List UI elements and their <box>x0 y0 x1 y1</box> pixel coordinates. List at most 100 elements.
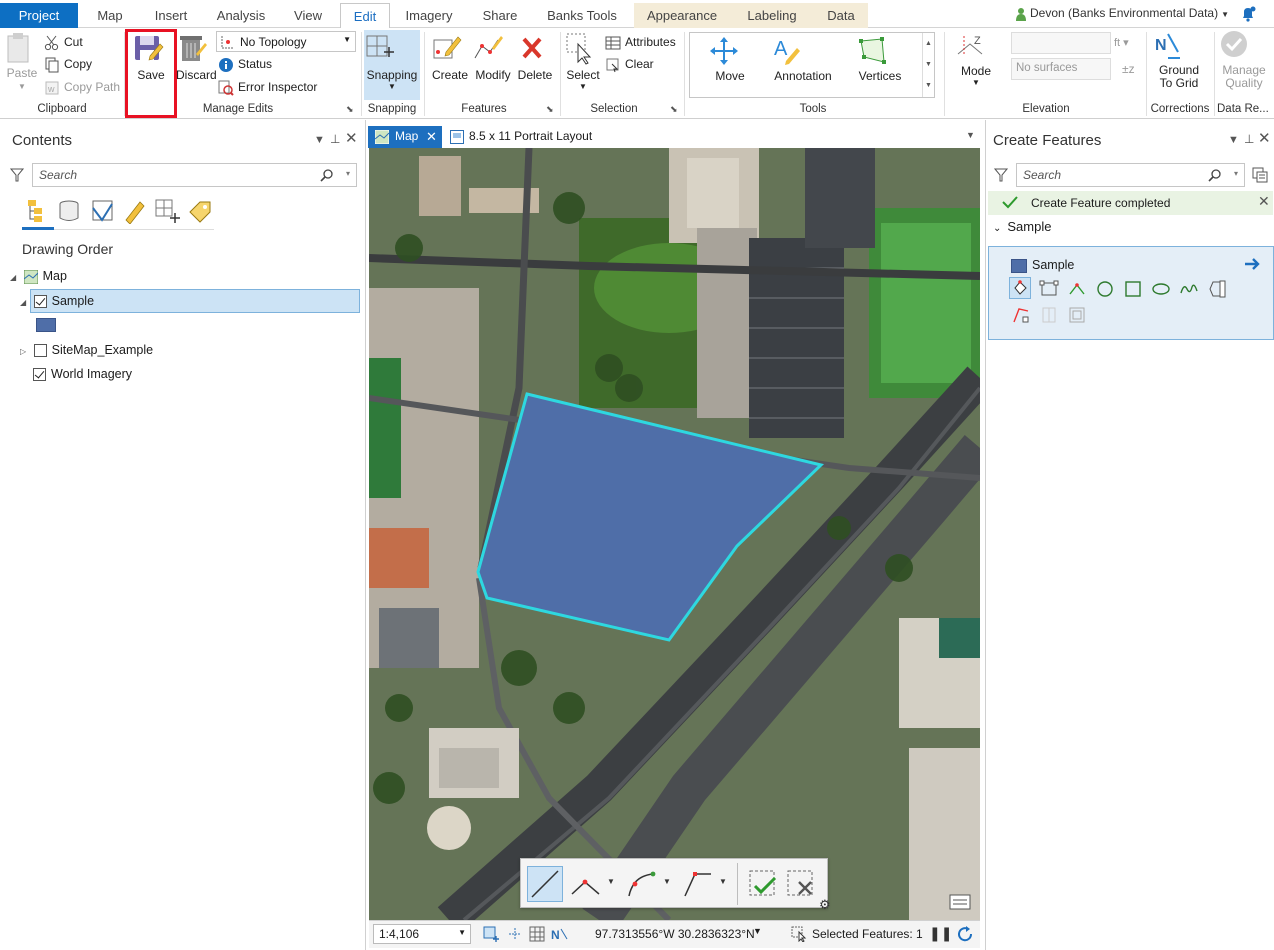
editing-view-icon[interactable] <box>122 198 148 224</box>
tab-view[interactable]: View <box>284 3 332 28</box>
arc-sketch-button[interactable]: ▼ <box>625 868 673 900</box>
elevation-value-input[interactable] <box>1011 32 1111 54</box>
dialog-launcher-icon[interactable]: ⬊ <box>346 104 354 115</box>
tab-share[interactable]: Share <box>472 3 528 28</box>
grid-icon[interactable] <box>529 926 545 942</box>
square-tool[interactable] <box>1123 279 1143 299</box>
manage-quality-button[interactable]: Manage Quality <box>1218 30 1270 90</box>
template-group-header[interactable]: ⌄ Sample <box>993 219 1051 234</box>
selection-view-icon[interactable] <box>90 198 116 224</box>
chevron-down-icon[interactable]: ▼ <box>753 926 762 936</box>
error-inspector-button[interactable]: Error Inspector <box>218 77 317 97</box>
save-button[interactable]: Save <box>132 30 170 82</box>
tab-imagery[interactable]: Imagery <box>396 3 462 28</box>
north-arrow-icon[interactable]: N <box>551 926 569 942</box>
annotation-tool[interactable]: A Annotation <box>770 35 836 83</box>
gallery-scroll[interactable]: ▲ ▼ ▼ <box>922 33 934 97</box>
elevation-unit[interactable]: ft ▾ <box>1114 33 1129 53</box>
layer-sitemap-example[interactable]: ▷ SiteMap_Example <box>20 339 153 361</box>
layer-map[interactable]: ◢ Map <box>10 265 67 287</box>
close-icon[interactable]: ✕ <box>1258 129 1271 147</box>
select-button[interactable]: Select ▼ <box>564 30 602 91</box>
split-tool[interactable] <box>1039 305 1059 325</box>
copy-path-button[interactable]: w Copy Path <box>44 77 120 97</box>
reshape-tool[interactable] <box>1067 305 1087 325</box>
contents-search-input[interactable]: Search ▾ <box>32 163 357 187</box>
constraints-icon[interactable] <box>507 926 523 942</box>
tab-analysis[interactable]: Analysis <box>208 3 274 28</box>
polyline-sketch-button[interactable]: ▼ <box>569 868 617 900</box>
dialog-launcher-icon[interactable]: ⬊ <box>546 104 554 115</box>
attributes-button[interactable]: Attributes <box>605 32 676 52</box>
elevation-mode-button[interactable]: Z Mode ▼ <box>954 30 998 87</box>
line-sketch-button[interactable] <box>527 866 563 902</box>
layer-visibility-checkbox[interactable] <box>33 344 47 358</box>
ground-to-grid-button[interactable]: N Ground To Grid <box>1152 30 1206 90</box>
arrow-right-icon[interactable] <box>1243 255 1261 273</box>
modify-button[interactable]: Modify <box>472 30 514 82</box>
map-overview-icon[interactable] <box>949 893 971 911</box>
data-source-icon[interactable] <box>56 198 84 224</box>
trace-tool[interactable] <box>1011 305 1031 325</box>
pane-menu-icon[interactable]: ▼ <box>314 134 325 146</box>
settings-icon[interactable]: ⚙ <box>819 897 831 913</box>
filter-icon[interactable] <box>994 168 1008 182</box>
close-tab-icon[interactable]: ✕ <box>426 126 437 147</box>
tab-edit[interactable]: Edit <box>340 3 390 29</box>
layer-visibility-checkbox[interactable] <box>33 368 46 382</box>
topology-select[interactable]: No Topology ▼ <box>216 31 356 52</box>
view-tabs-menu-icon[interactable]: ▼ <box>966 130 975 140</box>
rectangle-tool[interactable] <box>1039 279 1059 299</box>
right-angle-sketch-button[interactable]: ▼ <box>681 868 729 900</box>
tab-appearance[interactable]: Appearance <box>634 3 730 28</box>
dialog-launcher-icon[interactable]: ⬊ <box>670 104 678 115</box>
labeling-view-icon[interactable] <box>186 198 212 224</box>
pause-icon[interactable]: ❚❚ <box>929 925 952 942</box>
right-angle-tool[interactable] <box>1067 279 1087 299</box>
organize-templates-icon[interactable] <box>1252 167 1268 183</box>
snapping-button[interactable]: Snapping ▼ <box>364 30 420 100</box>
tab-banks-tools[interactable]: Banks Tools <box>538 3 626 28</box>
copy-button[interactable]: Copy <box>44 54 92 74</box>
discard-button[interactable]: Discard <box>176 30 217 82</box>
scale-select[interactable]: 1:4,106 ▼ <box>373 924 471 944</box>
tab-project[interactable]: Project <box>0 3 78 28</box>
tab-insert[interactable]: Insert <box>144 3 198 28</box>
layer-sample[interactable]: ◢ Sample <box>20 290 94 312</box>
freehand-tool[interactable] <box>1179 279 1199 299</box>
selected-features-count[interactable]: Selected Features: 1 <box>812 927 923 941</box>
snapping-view-icon[interactable] <box>154 198 180 224</box>
filter-icon[interactable] <box>10 168 24 182</box>
paste-button[interactable]: Paste ▼ <box>4 30 40 91</box>
pin-icon[interactable]: ⊥ <box>330 132 340 146</box>
map-view[interactable]: ▼ ▼ ▼ ⚙ <box>369 148 980 920</box>
autocomplete-tool[interactable] <box>1207 279 1227 299</box>
refresh-icon[interactable] <box>956 925 974 943</box>
collapse-icon[interactable]: ◢ <box>10 273 16 282</box>
notification-icon[interactable] <box>1240 6 1256 22</box>
move-tool[interactable]: Move <box>708 35 752 83</box>
clear-selection-button[interactable]: Clear <box>605 54 654 74</box>
layer-visibility-checkbox[interactable] <box>33 295 47 309</box>
snapping-toggle-icon[interactable] <box>483 926 499 942</box>
tab-map[interactable]: Map <box>86 3 134 28</box>
create-features-search-input[interactable]: Search ▾ <box>1016 163 1245 187</box>
tab-data[interactable]: Data <box>814 3 868 28</box>
pin-icon[interactable]: ⊥ <box>1244 132 1254 146</box>
tab-labeling[interactable]: Labeling <box>730 3 814 28</box>
vertices-tool[interactable]: Vertices <box>856 35 904 83</box>
collapse-icon[interactable]: ◢ <box>20 298 26 307</box>
surface-input[interactable]: No surfaces <box>1011 58 1111 80</box>
z-icon[interactable]: ±z <box>1122 59 1135 79</box>
circle-tool[interactable] <box>1095 279 1115 299</box>
pane-menu-icon[interactable]: ▼ <box>1228 134 1239 146</box>
cancel-sketch-button[interactable] <box>785 868 817 900</box>
drawing-order-icon[interactable] <box>22 196 54 230</box>
template-sample[interactable]: Sample <box>988 246 1274 340</box>
status-button[interactable]: Status <box>218 54 272 74</box>
polygon-tool[interactable] <box>1009 277 1031 299</box>
finish-sketch-button[interactable] <box>747 868 779 900</box>
view-tab-map[interactable]: Map ✕ <box>368 126 442 148</box>
delete-button[interactable]: Delete <box>516 30 554 82</box>
close-icon[interactable]: ✕ <box>345 129 358 147</box>
